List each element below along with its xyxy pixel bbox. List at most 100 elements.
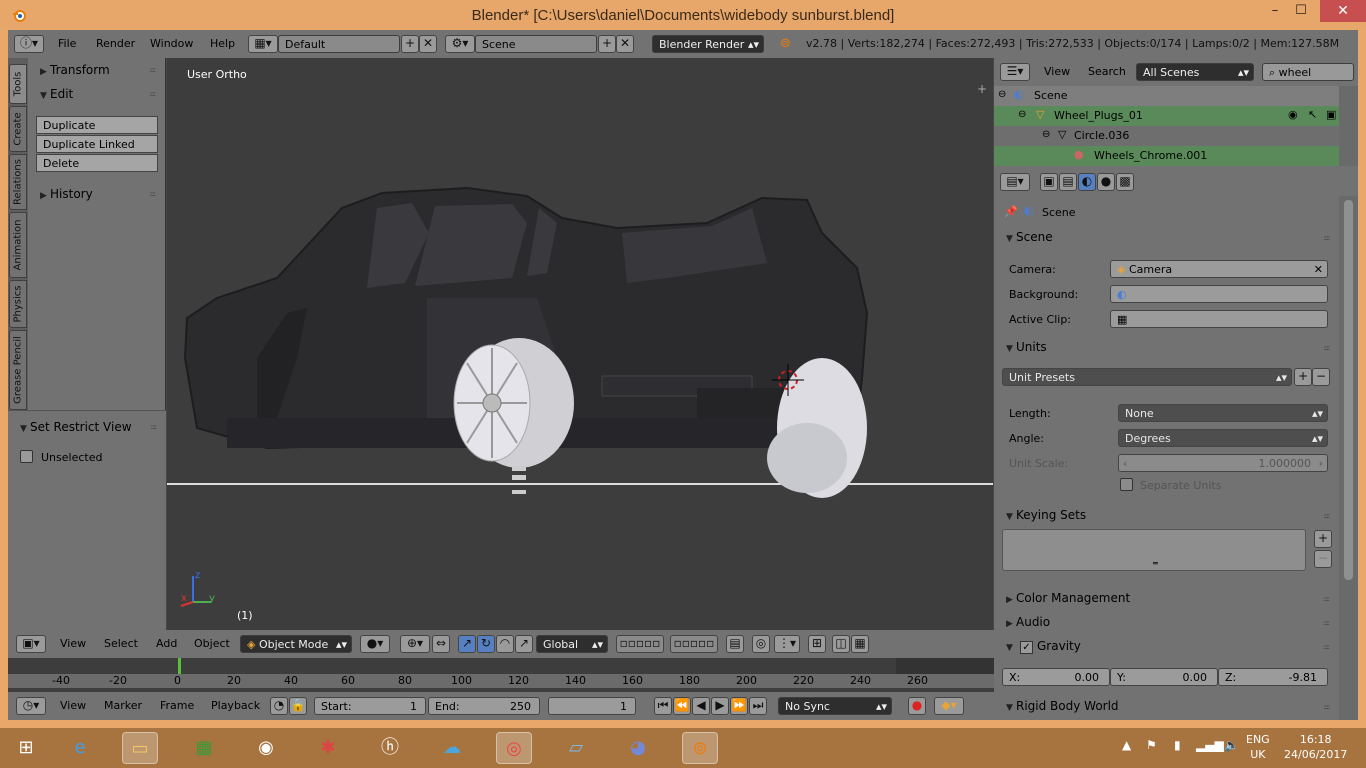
start-frame-field[interactable]: Start: 1 [314,697,426,715]
record-icon[interactable]: ● [908,697,926,715]
tab-grease-pencil[interactable]: Grease Pencil [9,330,27,410]
remove-keying-set-icon[interactable]: − [1314,550,1332,568]
webcam-icon[interactable]: ◉ [248,732,284,764]
restrict-view-header[interactable]: ▼ Set Restrict View [20,420,132,434]
menu-file[interactable]: File [58,37,76,50]
layer-buttons-right[interactable]: ▫▫▫▫▫ [670,635,718,653]
scene-selector-icon[interactable]: ⚙▾ [445,35,475,53]
outliner-row-scene[interactable]: ⊖ ◐ Scene [994,86,1339,106]
keying-set-icon[interactable]: ◆▾ [934,697,964,715]
length-dropdown[interactable]: None ▴▾ [1118,404,1328,422]
network-icon[interactable]: ▂▄▆ [1196,738,1224,752]
panel-grip-icon[interactable]: :::: [1324,512,1331,520]
rotate-manipulator-icon[interactable]: ↻ [477,635,495,653]
paint-app-icon[interactable]: ✱ [310,732,346,764]
internet-explorer-icon[interactable]: e [62,732,98,764]
collapse-icon[interactable]: ⊖ [1042,129,1050,140]
panel-grip-icon[interactable]: :::: [151,423,158,431]
clear-camera-icon[interactable]: ✕ [1314,263,1323,276]
panel-grip-icon[interactable]: :::: [1324,234,1331,242]
decrement-arrow-icon[interactable]: ‹ [1123,457,1127,470]
editor-type-3d-icon[interactable]: ▣▾ [16,635,46,653]
orientation-dropdown[interactable]: Global ▴▾ [536,635,608,653]
properties-editor-type-icon[interactable]: ▤▾ [1000,173,1030,191]
remote-desktop-icon[interactable]: ▱ [558,732,594,764]
panel-grip-icon[interactable]: :::: [150,190,157,198]
unselected-checkbox[interactable] [20,450,33,463]
action-center-icon[interactable]: ⚑ [1146,738,1157,752]
add-keying-set-icon[interactable]: + [1314,530,1332,548]
panel-grip-icon[interactable]: :::: [1324,595,1331,603]
gravity-panel-header[interactable]: ▼ ✓ Gravity [1006,639,1081,654]
timeline-menu-playback[interactable]: Playback [211,699,260,712]
battery-icon[interactable]: ▮ [1174,738,1181,752]
audio-panel-header[interactable]: ▶ Audio [1006,615,1050,629]
render-engine-dropdown[interactable]: Blender Render ▴▾ [652,35,764,53]
layout-add-icon[interactable]: + [401,35,419,53]
keying-sets-panel-header[interactable]: ▼ Keying Sets [1006,508,1086,522]
increment-arrow-icon[interactable]: › [1319,457,1323,470]
active-clip-field[interactable]: ▦ [1110,310,1328,328]
timeline-menu-frame[interactable]: Frame [160,699,194,712]
timeline-menu-view[interactable]: View [60,699,86,712]
outliner-editor-type-icon[interactable]: ☰▾ [1000,63,1030,81]
gravity-x-field[interactable]: X: 0.00 [1002,668,1110,686]
store-icon[interactable]: ▦ [186,732,222,764]
layout-remove-icon[interactable]: ✕ [419,35,437,53]
tab-relations[interactable]: Relations [9,154,27,210]
list-resize-grip-icon[interactable]: ═ [1153,559,1158,568]
volume-icon[interactable]: 🔈 [1224,738,1239,752]
menu-help[interactable]: Help [210,37,235,50]
gravity-y-field[interactable]: Y: 0.00 [1110,668,1218,686]
maximize-button[interactable]: ☐ [1288,0,1314,22]
menu-window[interactable]: Window [150,37,193,50]
render-animation-icon[interactable]: ▦ [851,635,869,653]
camera-field[interactable]: ◈ Camera ✕ [1110,260,1328,278]
layout-name-field[interactable]: Default [278,35,400,53]
discord-icon[interactable]: ◕ [620,732,656,764]
hp-icon[interactable]: ⓗ [372,732,408,764]
select-arrow-icon[interactable]: ↖ [1308,108,1317,121]
render-opengl-icon[interactable]: ◫ [832,635,850,653]
collapse-icon[interactable]: ⊖ [998,89,1006,100]
properties-scrollbar[interactable] [1339,196,1358,720]
background-field[interactable]: ◐ [1110,285,1328,303]
tab-physics[interactable]: Physics [9,280,27,328]
clock[interactable]: 16:18 24/06/2017 [1284,732,1347,762]
snap-target-icon[interactable]: ⊞ [808,635,826,653]
timeline-menu-marker[interactable]: Marker [104,699,142,712]
outliner-row-material[interactable]: ● Wheels_Chrome.001 [994,146,1339,166]
snap-element-icon[interactable]: ⋮▾ [774,635,800,653]
minimize-button[interactable]: – [1262,0,1288,22]
menu-object[interactable]: Object [194,637,230,650]
outliner-menu-search[interactable]: Search [1088,65,1126,78]
tab-tools[interactable]: Tools [9,64,27,104]
outliner-scrollbar[interactable] [1339,86,1358,166]
current-frame-marker[interactable] [178,658,181,674]
outliner-menu-view[interactable]: View [1044,65,1070,78]
layer-buttons-left[interactable]: ▫▫▫▫▫ [616,635,664,653]
delete-button[interactable]: Delete [36,154,158,172]
gravity-checkbox-icon[interactable]: ✓ [1020,641,1033,654]
editor-type-timeline-icon[interactable]: ◷▾ [16,697,46,715]
panel-grip-icon[interactable]: :::: [150,90,157,98]
jump-start-icon[interactable]: ⏮ [654,697,672,715]
edit-panel-header[interactable]: ▼ Edit [40,87,73,101]
blender-taskbar-icon[interactable]: ⊚ [682,732,718,764]
tab-create[interactable]: Create [9,106,27,152]
world-tab-icon[interactable]: ● [1097,173,1115,191]
shading-dropdown-icon[interactable]: ●▾ [360,635,390,653]
transform-manipulator-icon[interactable]: ↗ [515,635,533,653]
info-editor-type-button[interactable]: ⓘ▾ [14,35,44,53]
scene-remove-icon[interactable]: ✕ [616,35,634,53]
proportional-edit-icon[interactable]: ◎ [752,635,770,653]
color-management-panel-header[interactable]: ▶ Color Management [1006,591,1130,605]
history-panel-header[interactable]: ▶ History [40,187,93,201]
render-layers-tab-icon[interactable]: ▤ [1059,173,1077,191]
remove-preset-icon[interactable]: − [1312,368,1330,386]
layout-selector-icon[interactable]: ▦▾ [248,35,278,53]
outliner-display-dropdown[interactable]: All Scenes ▴▾ [1136,63,1254,81]
menu-view[interactable]: View [60,637,86,650]
visibility-eye-icon[interactable]: ◉ [1288,108,1298,121]
panel-grip-icon[interactable]: :::: [1324,344,1331,352]
